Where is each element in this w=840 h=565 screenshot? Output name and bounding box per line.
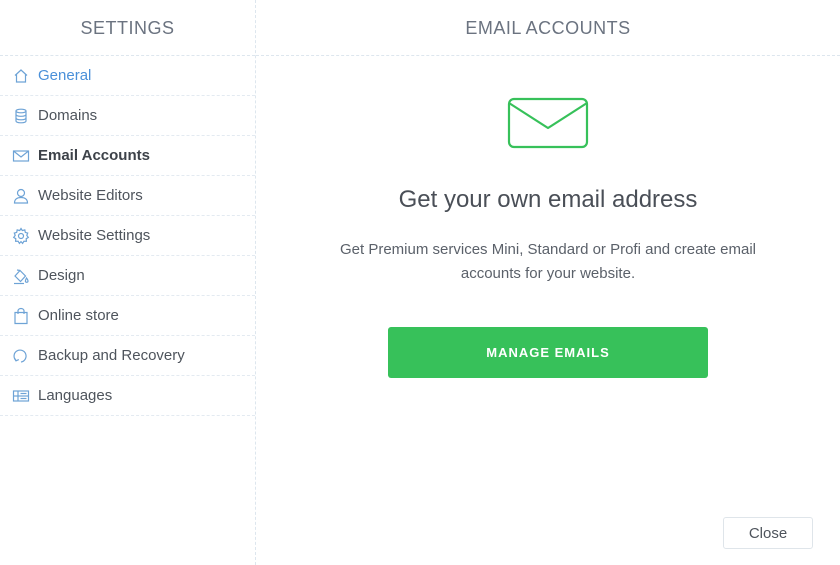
- gear-icon: [12, 226, 30, 245]
- sidebar-item-domains[interactable]: Domains: [0, 96, 255, 136]
- sidebar-item-label: Domains: [38, 107, 98, 124]
- database-icon: [12, 107, 30, 125]
- envelope-icon: [507, 97, 589, 149]
- sidebar-item-design[interactable]: Design: [0, 256, 255, 296]
- sidebar-item-languages[interactable]: Languages: [0, 376, 255, 416]
- sidebar-item-email-accounts[interactable]: Email Accounts: [0, 136, 255, 176]
- sidebar-item-label: Email Accounts: [38, 147, 150, 164]
- restore-icon: [12, 347, 30, 365]
- sidebar-item-website-editors[interactable]: Website Editors: [0, 176, 255, 216]
- languages-icon: [12, 387, 30, 405]
- settings-sidebar: SETTINGS General Domains Email Accounts …: [0, 0, 256, 565]
- sidebar-item-label: Website Settings: [38, 227, 151, 244]
- sidebar-item-label: Design: [38, 267, 85, 284]
- close-button[interactable]: Close: [723, 517, 813, 549]
- sidebar-item-online-store[interactable]: Online store: [0, 296, 255, 336]
- email-accounts-panel: EMAIL ACCOUNTS Get your own email addres…: [256, 0, 840, 565]
- panel-title: EMAIL ACCOUNTS: [256, 0, 840, 56]
- sidebar-item-label: Online store: [38, 307, 119, 324]
- home-icon: [12, 67, 30, 85]
- manage-emails-button[interactable]: MANAGE EMAILS: [388, 327, 708, 378]
- headline: Get your own email address: [398, 186, 698, 213]
- sidebar-item-label: Website Editors: [38, 187, 143, 204]
- envelope-icon: [12, 147, 30, 165]
- sidebar-item-backup-and-recovery[interactable]: Backup and Recovery: [0, 336, 255, 376]
- sidebar-item-general[interactable]: General: [0, 56, 255, 96]
- description: Get Premium services Mini, Standard or P…: [340, 241, 756, 282]
- shopping-bag-icon: [12, 307, 30, 325]
- paint-bucket-icon: [12, 267, 30, 285]
- sidebar-item-label: General: [38, 67, 92, 84]
- sidebar-item-website-settings[interactable]: Website Settings: [0, 216, 255, 256]
- settings-dialog: SETTINGS General Domains Email Accounts …: [0, 0, 840, 565]
- sidebar-item-label: Languages: [38, 387, 113, 404]
- user-icon: [12, 187, 30, 205]
- sidebar-item-label: Backup and Recovery: [38, 347, 185, 364]
- sidebar-title: SETTINGS: [0, 0, 255, 56]
